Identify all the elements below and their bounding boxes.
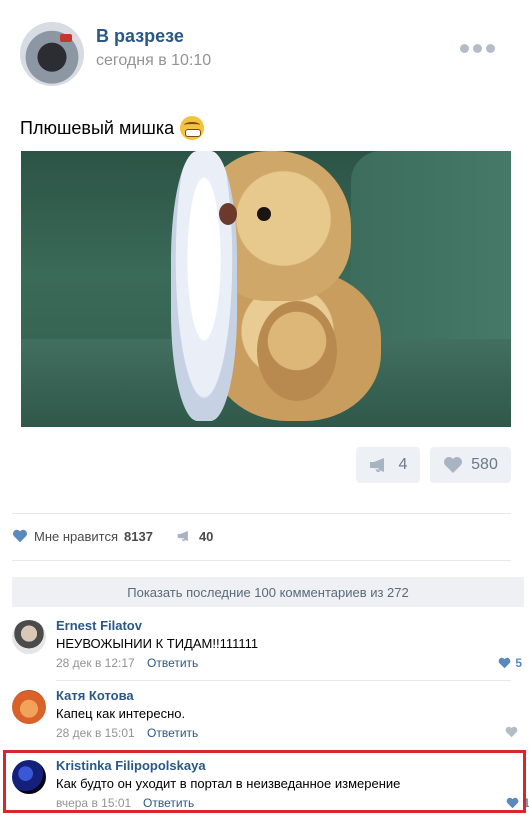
post-text: Плюшевый мишка <box>20 116 205 140</box>
comment-item: Катя Котова Капец как интересно. 28 дек … <box>12 688 524 756</box>
like-count: 580 <box>471 456 498 473</box>
comment-like-button[interactable]: 5 <box>498 656 522 670</box>
post-time[interactable]: сегодня в 10:10 <box>96 52 211 70</box>
comment-text: НЕУВОЖЫНИИ К ТИДАМ!!111111 <box>56 636 259 651</box>
heart-icon <box>505 726 518 738</box>
avatar-badge <box>60 34 72 42</box>
comment-like-count: 5 <box>515 656 522 670</box>
comment-avatar[interactable] <box>12 620 46 654</box>
likes-label[interactable]: Мне нравится <box>34 529 118 544</box>
comment-avatar[interactable] <box>12 690 46 724</box>
post-text-content: Плюшевый мишка <box>20 117 175 138</box>
like-button[interactable]: 580 <box>430 447 511 483</box>
photo-bear-nose <box>219 203 237 225</box>
megaphone-icon <box>177 530 188 542</box>
comment-author[interactable]: Катя Котова <box>56 688 134 703</box>
divider <box>56 680 511 681</box>
repost-button[interactable]: 4 <box>356 447 420 483</box>
megaphone-icon <box>369 458 384 472</box>
post-header: В разрезе сегодня в 10:10 <box>20 22 510 88</box>
comment-item: Ernest Filatov НЕУВОЖЫНИИ К ТИДАМ!!11111… <box>12 618 524 686</box>
photo-bear-eye <box>257 207 271 221</box>
likes-count[interactable]: 8137 <box>124 529 153 544</box>
heart-icon <box>498 657 511 669</box>
post-stats-row: Мне нравится 8137 40 <box>12 526 231 546</box>
comment-date[interactable]: 28 дек в 12:17 <box>56 656 135 670</box>
photo-bear-stuffing <box>171 151 237 421</box>
comment-author[interactable]: Ernest Filatov <box>56 618 142 633</box>
grimacing-face-emoji-icon <box>180 116 205 140</box>
more-options-icon[interactable] <box>460 44 496 56</box>
comment-date[interactable]: 28 дек в 15:01 <box>56 726 135 740</box>
highlight-box <box>3 750 526 813</box>
reply-link[interactable]: Ответить <box>147 656 198 670</box>
heart-icon <box>13 529 27 543</box>
reply-link[interactable]: Ответить <box>147 726 198 740</box>
group-avatar[interactable] <box>20 22 84 86</box>
comment-text: Капец как интересно. <box>56 706 186 721</box>
divider <box>12 513 511 514</box>
repost-count: 4 <box>398 456 408 473</box>
heart-icon <box>444 457 463 473</box>
group-name-link[interactable]: В разрезе <box>96 26 184 47</box>
photo-bear-arm <box>257 301 337 401</box>
show-comments-button[interactable]: Показать последние 100 комментариев из 2… <box>12 577 524 607</box>
post-photo[interactable] <box>21 151 511 427</box>
comment-like-button[interactable] <box>505 726 522 738</box>
reposts-count[interactable]: 40 <box>199 529 213 544</box>
divider <box>12 560 511 561</box>
